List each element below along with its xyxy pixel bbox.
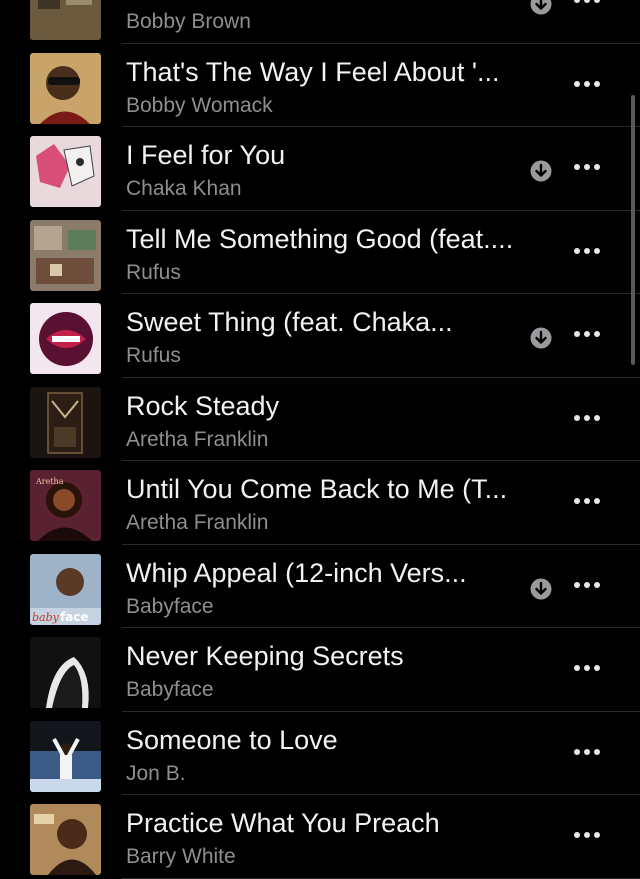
song-title: Whip Appeal (12-inch Vers... bbox=[126, 557, 467, 588]
album-art: Aretha bbox=[30, 470, 101, 541]
download-arrow-icon bbox=[530, 160, 552, 182]
album-art bbox=[30, 720, 101, 792]
more-ellipsis-icon[interactable] bbox=[572, 579, 602, 591]
song-row[interactable]: That's The Way I Feel About '... Bobby Wo… bbox=[0, 44, 640, 127]
more-ellipsis-icon[interactable] bbox=[572, 328, 602, 340]
album-art bbox=[30, 303, 101, 374]
album-art bbox=[30, 0, 101, 40]
svg-text:face: face bbox=[60, 610, 89, 624]
song-row[interactable]: Practice What You Preach Barry White bbox=[0, 795, 640, 879]
album-art bbox=[30, 136, 101, 207]
song-title: Rock Steady bbox=[126, 390, 280, 421]
song-row[interactable]: I Feel for You Chaka Khan bbox=[0, 127, 640, 211]
song-artist: Rufus bbox=[126, 260, 181, 284]
song-artist: Aretha Franklin bbox=[126, 427, 269, 451]
song-row[interactable]: Never Keeping Secrets Babyface bbox=[0, 628, 640, 712]
song-artist: Aretha Franklin bbox=[126, 511, 269, 534]
song-title: Someone to Love bbox=[126, 724, 338, 755]
song-row[interactable]: Aretha Until You Come Back to Me (T... Are… bbox=[0, 461, 640, 545]
more-ellipsis-icon[interactable] bbox=[572, 412, 602, 424]
song-artist: Bobby Womack bbox=[126, 93, 273, 117]
album-art bbox=[30, 219, 101, 291]
song-artist: Bobby Brown bbox=[126, 10, 251, 33]
song-artist: Babyface bbox=[126, 678, 214, 701]
scrollbar[interactable] bbox=[631, 95, 635, 365]
more-ellipsis-icon[interactable] bbox=[572, 495, 602, 507]
song-title: Never Keeping Secrets bbox=[126, 641, 404, 671]
song-row[interactable]: baby face Whip Appeal (12-inch Vers... Baby… bbox=[0, 545, 640, 628]
album-art bbox=[30, 52, 101, 124]
song-title: I Feel for You bbox=[126, 140, 286, 170]
more-ellipsis-icon[interactable] bbox=[572, 662, 602, 674]
more-ellipsis-icon[interactable] bbox=[572, 746, 602, 758]
song-artist: Rufus bbox=[126, 344, 181, 367]
svg-text:Aretha: Aretha bbox=[35, 477, 64, 486]
song-artist: Chaka Khan bbox=[126, 177, 242, 200]
svg-text:baby: baby bbox=[32, 611, 60, 624]
song-title: That's The Way I Feel About '... bbox=[126, 56, 500, 87]
download-arrow-icon bbox=[530, 578, 552, 600]
song-row[interactable]: Sweet Thing (feat. Chaka... Rufus bbox=[0, 294, 640, 378]
more-ellipsis-icon[interactable] bbox=[572, 161, 602, 173]
song-row[interactable]: Tell Me Something Good (feat.... Rufus bbox=[0, 211, 640, 294]
song-row[interactable]: Rock Steady Aretha Franklin bbox=[0, 378, 640, 461]
album-art bbox=[30, 637, 101, 708]
more-ellipsis-icon[interactable] bbox=[572, 78, 602, 90]
more-ellipsis-icon[interactable] bbox=[572, 829, 602, 841]
album-art: baby face bbox=[30, 553, 101, 625]
download-arrow-icon bbox=[530, 0, 552, 15]
song-title: Until You Come Back to Me (T... bbox=[126, 474, 508, 504]
song-row[interactable]: Someone to Love Jon B. bbox=[0, 712, 640, 795]
song-artist: Barry White bbox=[126, 845, 236, 868]
song-list: Bobby Brown That's The Way I Feel About '… bbox=[0, 0, 640, 879]
song-title: Tell Me Something Good (feat.... bbox=[126, 223, 514, 254]
album-art bbox=[30, 804, 101, 875]
song-title: Practice What You Preach bbox=[126, 808, 440, 838]
song-title: Sweet Thing (feat. Chaka... bbox=[126, 307, 453, 337]
album-art bbox=[30, 386, 101, 458]
row-divider bbox=[122, 877, 640, 879]
song-row[interactable]: Bobby Brown bbox=[0, 0, 640, 44]
more-ellipsis-icon[interactable] bbox=[572, 245, 602, 257]
more-ellipsis-icon[interactable] bbox=[572, 0, 602, 6]
download-arrow-icon bbox=[530, 327, 552, 349]
song-artist: Babyface bbox=[126, 594, 214, 618]
song-artist: Jon B. bbox=[126, 761, 186, 785]
